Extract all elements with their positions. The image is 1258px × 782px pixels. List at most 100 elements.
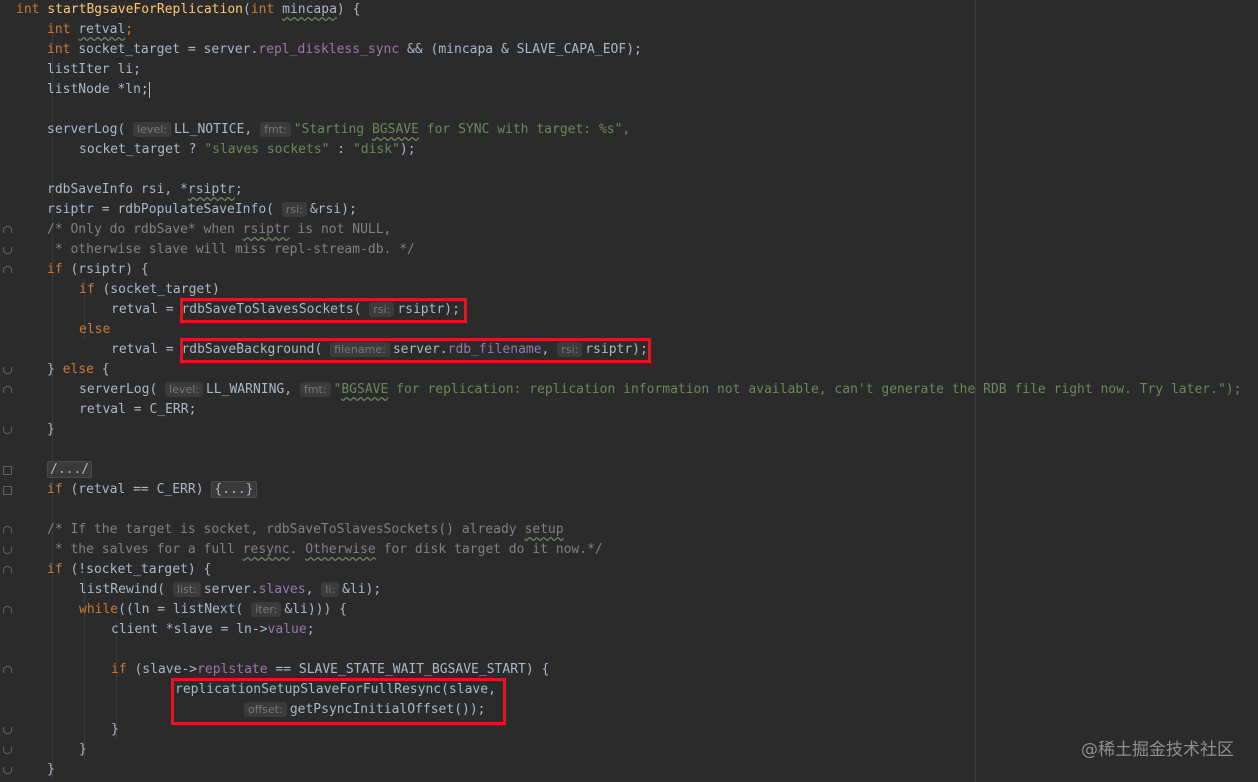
code-text: && (mincapa & SLAVE_CAPA_EOF); <box>399 42 642 57</box>
code-line[interactable]: listRewind( list: server.slaves, li: &li); <box>79 580 381 600</box>
parameter-hint: list: <box>172 582 201 597</box>
fold-marker[interactable] <box>3 547 12 554</box>
code-text: { <box>93 362 110 377</box>
comment-line[interactable]: * otherwise slave will miss repl-stream-… <box>47 240 415 260</box>
code-line[interactable]: } <box>111 720 119 740</box>
code-line[interactable]: if (!socket_target) { <box>47 560 211 580</box>
code-line[interactable]: retval = C_ERR; <box>79 400 196 420</box>
code-line[interactable]: } <box>47 760 55 780</box>
fold-marker[interactable] <box>3 427 12 434</box>
code-text: (slave-> <box>126 662 198 677</box>
parameter-hint: rsi: <box>281 202 307 217</box>
code-line[interactable]: listNode *ln; <box>47 80 150 100</box>
fold-marker[interactable] <box>3 566 12 573</box>
code-text: &rsi); <box>309 202 357 217</box>
fold-marker[interactable] <box>3 386 12 393</box>
keyword: else <box>62 362 94 377</box>
highlight-box-full-resync <box>171 678 506 725</box>
comment: Otherwise <box>305 542 376 557</box>
comment: for disk target do it now.*/ <box>375 542 603 557</box>
keyword: if <box>79 282 95 297</box>
fold-marker[interactable] <box>3 666 12 673</box>
code-line[interactable]: socket_target ? "slaves sockets" : "disk… <box>79 140 416 160</box>
code-line[interactable]: int startBgsaveForReplication(int mincap… <box>16 0 360 20</box>
code-text: retval = C_ERR; <box>79 402 197 417</box>
code-text: } <box>47 762 55 777</box>
parameter-hint: fmt: <box>299 382 331 397</box>
string-literal: BGSAVE <box>341 382 389 397</box>
code-line[interactable]: serverLog( level: LL_NOTICE, fmt: "Startin… <box>47 120 630 140</box>
string-literal: for SYNC with target: %s", <box>418 122 631 137</box>
code-line[interactable]: serverLog( level: LL_WARNING, fmt: "BGSAVE… <box>79 380 1241 400</box>
code-text: ) { <box>336 2 361 17</box>
code-text: ); <box>399 142 416 157</box>
code-line[interactable]: } else { <box>47 360 110 380</box>
code-text: ; <box>125 22 134 37</box>
code-editor[interactable]: int startBgsaveForReplication(int mincap… <box>0 0 1258 782</box>
code-line[interactable]: while((ln = listNext( iter: &li))) { <box>79 600 347 620</box>
comment: setup <box>524 522 564 537</box>
fold-marker[interactable] <box>3 247 12 254</box>
keyword: while <box>79 602 119 617</box>
code-text: } <box>47 422 55 437</box>
code-text: (!socket_target) { <box>62 562 212 577</box>
fold-marker[interactable] <box>3 226 12 233</box>
variable: retval <box>78 22 126 37</box>
code-text: , <box>305 582 322 597</box>
code-line[interactable]: if (retval == C_ERR) {...} <box>47 480 257 500</box>
code-text: socket_target ? <box>79 142 205 157</box>
string-literal: "Starting <box>293 122 372 137</box>
parameter-hint: li: <box>321 582 340 597</box>
comment: * otherwise slave will miss repl-stream-… <box>47 242 415 257</box>
fold-marker[interactable] <box>3 266 12 273</box>
highlight-box-save-to-sockets <box>180 298 467 323</box>
string-literal: for replication: replication information… <box>388 382 1242 397</box>
keyword: int <box>47 22 71 37</box>
comment-line[interactable]: * the salves for a full resync. Otherwis… <box>47 540 603 560</box>
keyword: int <box>250 2 275 17</box>
string-literal: "disk" <box>352 142 400 157</box>
code-line[interactable]: int retval; <box>47 20 133 40</box>
code-line[interactable]: if (slave->replstate == SLAVE_STATE_WAIT… <box>111 660 549 680</box>
keyword: if <box>111 662 127 677</box>
code-text: listRewind( <box>79 582 166 597</box>
code-line[interactable]: rsiptr = rdbPopulateSaveInfo( rsi: &rsi); <box>47 200 357 220</box>
code-text: &li); <box>342 582 382 597</box>
code-text: : <box>329 142 353 157</box>
code-text: ((ln = listNext( <box>118 602 244 617</box>
string-literal: "slaves sockets" <box>204 142 330 157</box>
comment-line[interactable]: /* If the target is socket, rdbSaveToSla… <box>47 520 564 540</box>
code-text: listNode *ln; <box>47 82 149 97</box>
code-line[interactable]: int socket_target = server.repl_diskless… <box>47 40 642 60</box>
collapsed-comment[interactable]: /.../ <box>47 460 93 480</box>
keyword: int <box>16 2 40 17</box>
fold-marker[interactable] <box>3 606 12 613</box>
keyword: else <box>79 322 111 337</box>
code-line[interactable]: if (socket_target) <box>79 280 220 300</box>
code-line[interactable]: } <box>47 420 55 440</box>
code-line[interactable]: else <box>79 320 110 340</box>
code-text: } <box>79 742 87 757</box>
folded-region[interactable]: /.../ <box>47 461 93 478</box>
code-line[interactable]: } <box>79 740 87 760</box>
code-text: rdbSaveInfo rsi, * <box>47 182 188 197</box>
code-text: retval = <box>111 342 182 357</box>
comment-line[interactable]: /* Only do rdbSave* when rsiptr is not N… <box>47 220 391 240</box>
fold-marker[interactable] <box>3 727 12 734</box>
code-text: listIter li; <box>47 62 141 77</box>
fold-marker[interactable] <box>3 466 12 475</box>
fold-marker[interactable] <box>3 767 12 774</box>
fold-marker[interactable] <box>3 367 12 374</box>
code-text: ( <box>242 2 251 17</box>
fold-marker[interactable] <box>3 747 12 754</box>
highlight-box-save-background <box>180 338 651 363</box>
code-line[interactable]: rdbSaveInfo rsi, *rsiptr; <box>47 180 243 200</box>
code-line[interactable]: if (rsiptr) { <box>47 260 149 280</box>
fold-marker[interactable] <box>3 526 12 533</box>
code-line[interactable]: client *slave = ln->value; <box>111 620 315 640</box>
keyword: if <box>47 262 63 277</box>
code-line[interactable]: listIter li; <box>47 60 141 80</box>
comment: . <box>289 542 306 557</box>
folded-region[interactable]: {...} <box>211 481 257 498</box>
fold-marker[interactable] <box>3 486 12 495</box>
